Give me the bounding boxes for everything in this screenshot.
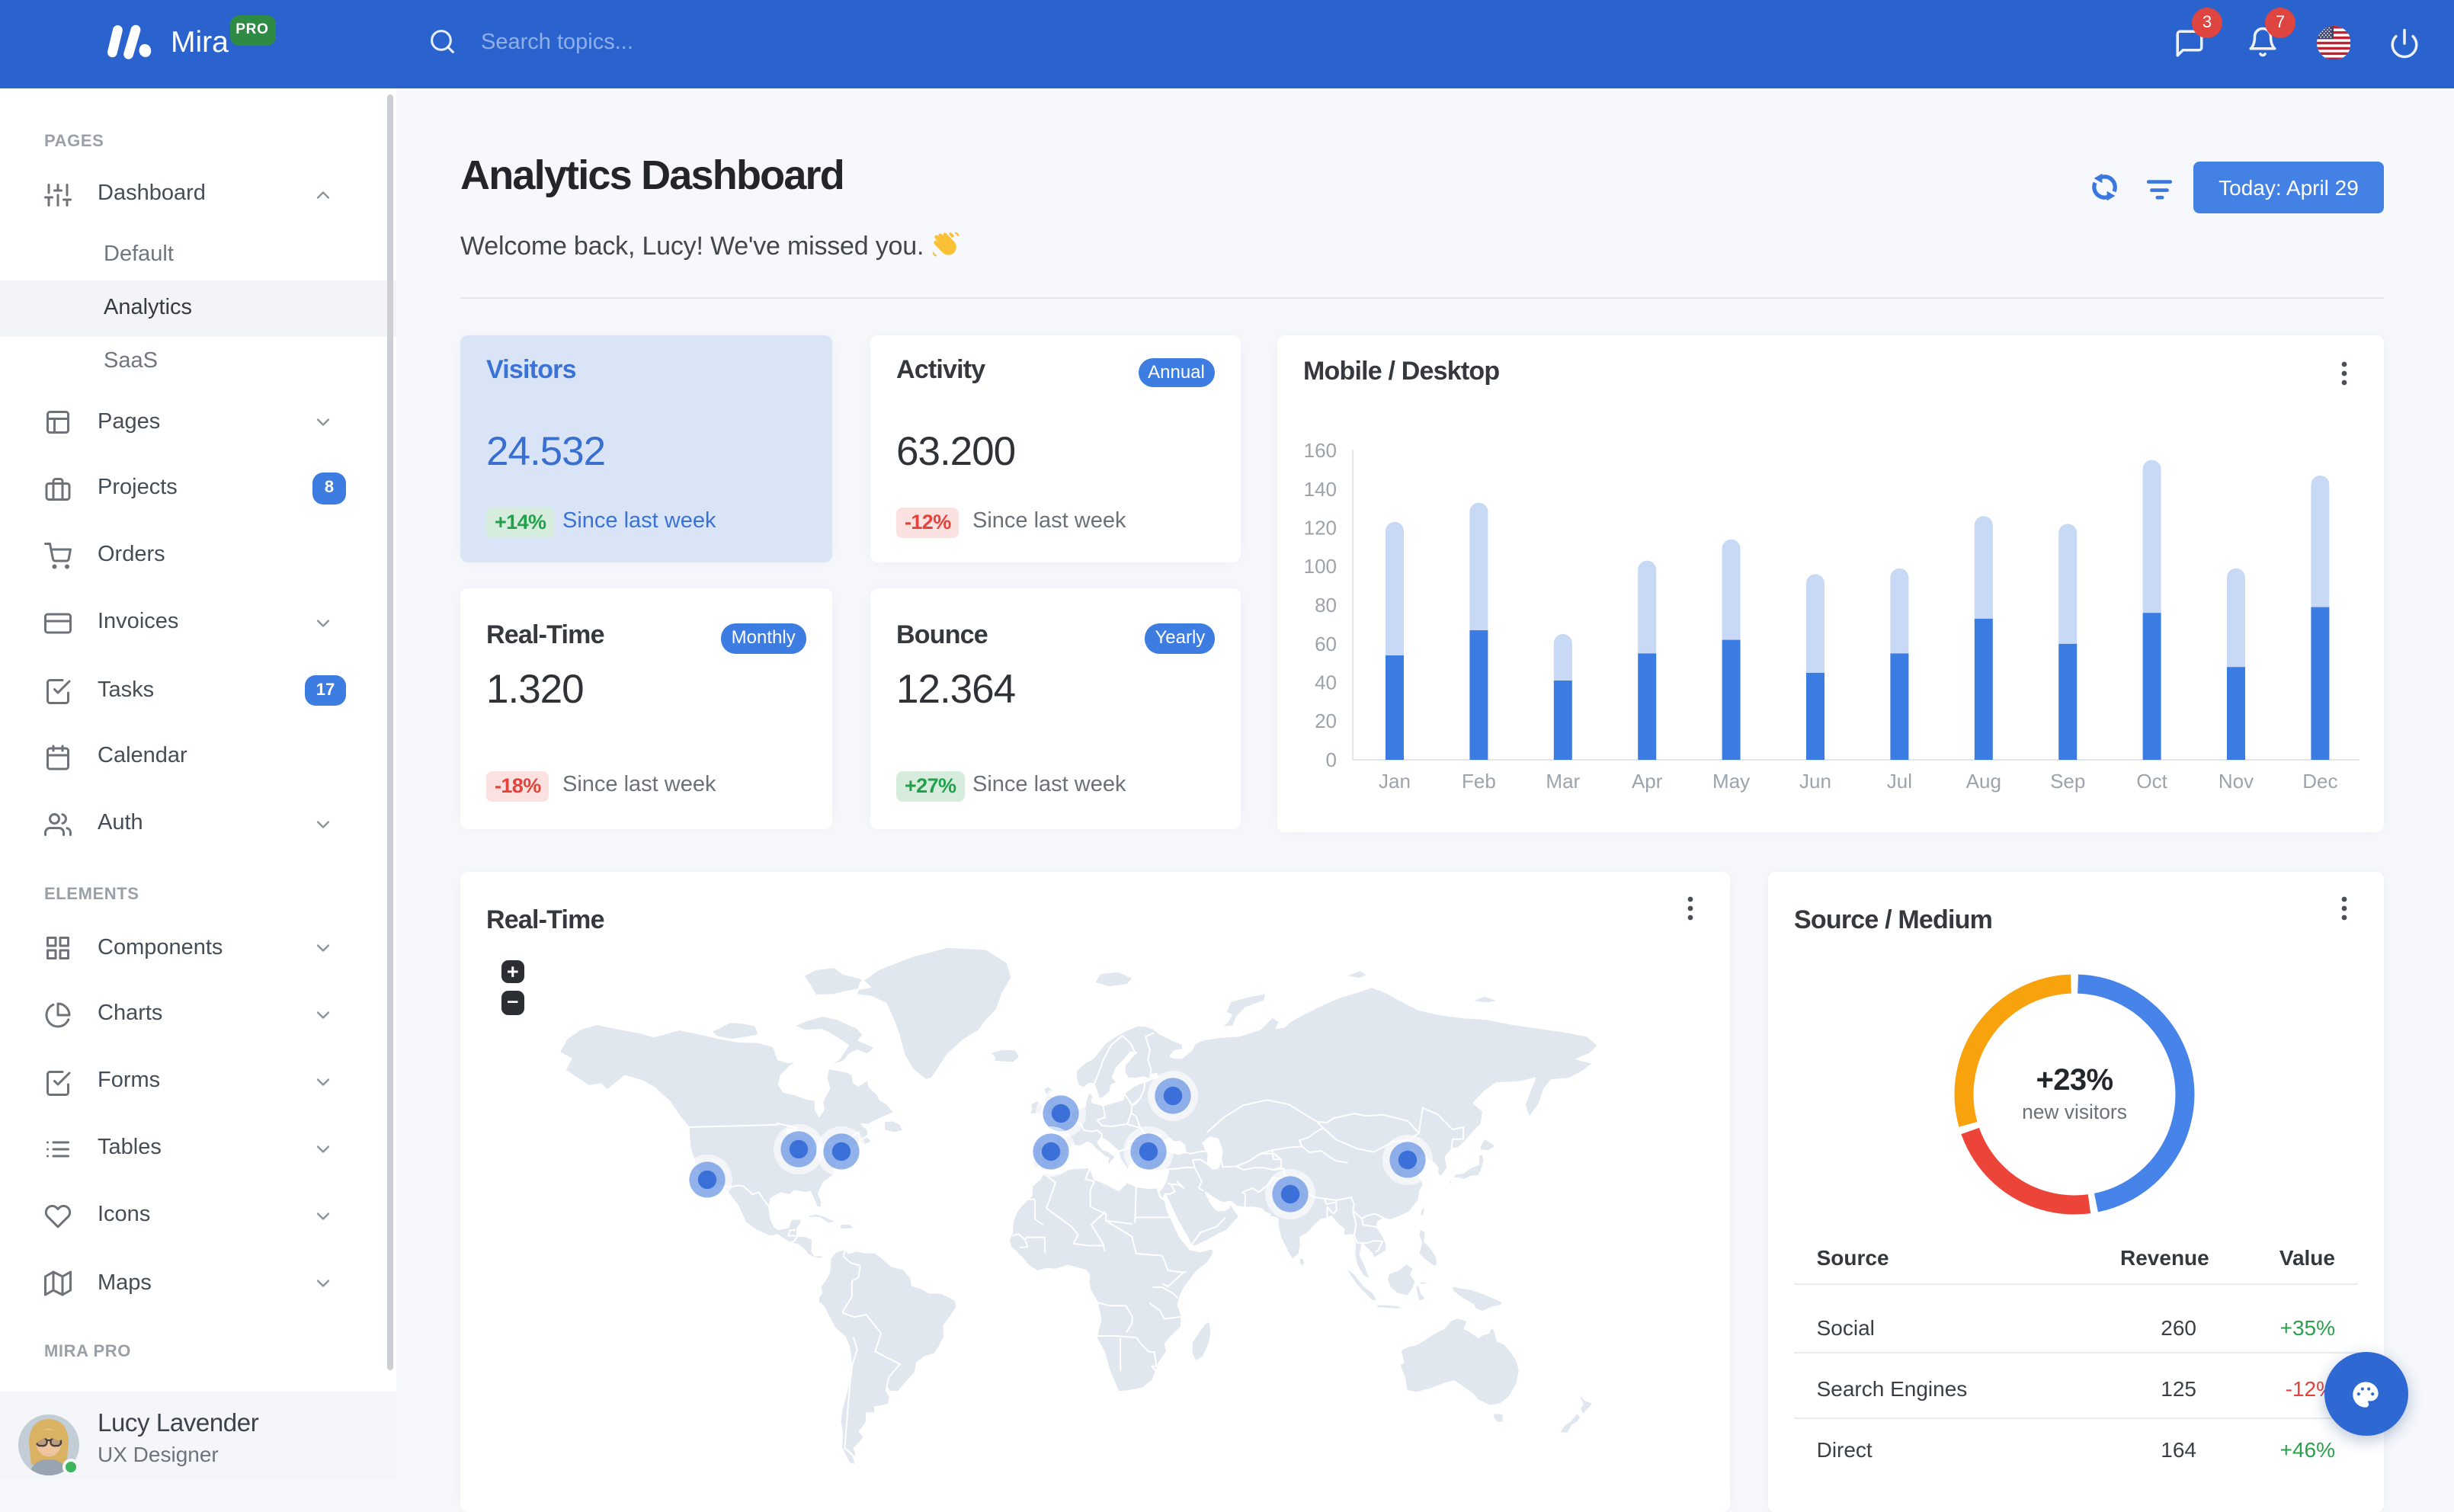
svg-text:Apr: Apr [1632,769,1663,792]
svg-text:160: 160 [1304,438,1337,461]
svg-text:40: 40 [1315,670,1337,693]
svg-text:May: May [1712,769,1750,792]
svg-text:140: 140 [1304,477,1337,500]
svg-text:new visitors: new visitors [2022,1100,2127,1123]
svg-text:Dec: Dec [2302,769,2337,792]
svg-text:Jan: Jan [1379,769,1411,792]
svg-text:Jul: Jul [1887,769,1912,792]
svg-text:Oct: Oct [2136,769,2167,792]
svg-text:80: 80 [1315,593,1337,616]
svg-text:Feb: Feb [1462,769,1496,792]
svg-text:Jun: Jun [1799,769,1831,792]
svg-text:Aug: Aug [1966,769,2001,792]
svg-text:100: 100 [1304,554,1337,577]
svg-text:+23%: +23% [2036,1063,2113,1097]
svg-text:0: 0 [1326,748,1337,770]
svg-text:120: 120 [1304,516,1337,539]
svg-text:60: 60 [1315,632,1337,655]
svg-text:Nov: Nov [2219,769,2254,792]
svg-text:Mar: Mar [1546,769,1580,792]
svg-text:Sep: Sep [2050,769,2085,792]
svg-text:20: 20 [1315,709,1337,732]
